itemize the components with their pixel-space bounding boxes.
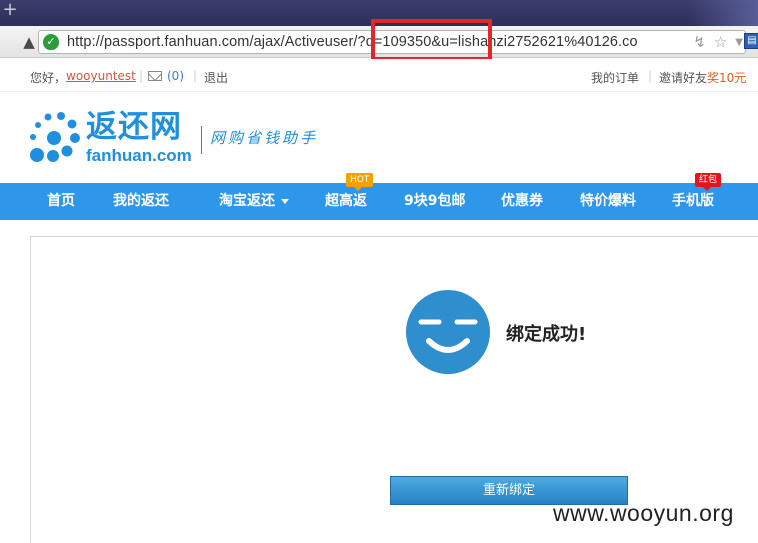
smiley-face-icon bbox=[406, 290, 490, 374]
star-icon[interactable]: ☆ bbox=[714, 33, 727, 51]
divider: | bbox=[139, 69, 144, 83]
greeting-text: 您好， bbox=[30, 71, 67, 85]
browser-toolbar: ▲ ✓ http://passport.fanhuan.com/ajax/Act… bbox=[0, 19, 758, 61]
nav-item-deals[interactable]: 特价爆料 bbox=[580, 183, 636, 220]
site-logo[interactable]: 返还网 fanhuan.com 网购省钱助手 bbox=[28, 108, 328, 168]
rocket-icon[interactable]: ▲ bbox=[19, 32, 39, 52]
divider: | bbox=[193, 69, 198, 83]
my-orders-link[interactable]: 我的订单 bbox=[591, 69, 639, 86]
logo-dots-icon bbox=[30, 112, 80, 162]
logout-link[interactable]: 退出 bbox=[204, 69, 228, 86]
nav-item-home[interactable]: 首页 bbox=[47, 183, 75, 220]
nav-item-taobao-label: 淘宝返还 bbox=[219, 193, 275, 209]
mail-icon[interactable] bbox=[148, 71, 162, 81]
logo-name-en: fanhuan.com bbox=[86, 146, 192, 165]
lightning-icon[interactable]: ↯ bbox=[693, 33, 706, 51]
address-bar[interactable]: ✓ http://passport.fanhuan.com/ajax/Activ… bbox=[38, 19, 746, 61]
mail-count[interactable]: (0) bbox=[167, 69, 184, 83]
logo-divider bbox=[201, 126, 202, 154]
logo-slogan: 网购省钱助手 bbox=[210, 129, 319, 147]
username-link[interactable]: wooyuntest bbox=[66, 69, 136, 83]
invite-reward-text[interactable]: 奖10元 bbox=[707, 69, 746, 86]
nav-item-my-rebate[interactable]: 我的返还 bbox=[113, 183, 169, 220]
chevron-down-icon bbox=[281, 198, 289, 204]
bind-success-message: 绑定成功! bbox=[506, 324, 587, 345]
new-tab-button[interactable]: + bbox=[0, 0, 20, 22]
logo-name-cn: 返还网 bbox=[86, 109, 182, 145]
extension-icon[interactable]: ▤ bbox=[744, 33, 758, 49]
shield-icon: ✓ bbox=[43, 34, 59, 50]
hot-badge: HOT bbox=[346, 173, 374, 191]
screenshot-root: + ▲ ✓ http://passport.fanhuan.com/ajax/A… bbox=[0, 0, 758, 543]
invite-friends-link[interactable]: 邀请好友 bbox=[659, 69, 707, 86]
divider: | bbox=[648, 69, 653, 83]
url-highlight-box bbox=[371, 19, 492, 61]
tab-strip-right bbox=[688, 0, 758, 26]
red-packet-badge: 红包 bbox=[695, 173, 722, 191]
site-top-bar: 您好， wooyuntest | (0) | 退出 我的订单 | 邀请好友 奖1… bbox=[0, 59, 758, 92]
main-nav: 首页 我的返还 淘宝返还 超高返 9块9包邮 优惠券 特价爆料 手机版 bbox=[0, 183, 758, 220]
dropdown-icon[interactable]: ▼ bbox=[735, 37, 743, 48]
url-text[interactable]: http://passport.fanhuan.com/ajax/Activeu… bbox=[67, 33, 638, 51]
nav-item-taobao-rebate[interactable]: 淘宝返还 bbox=[219, 183, 289, 220]
address-bar-icons: ↯ ☆ ▼ bbox=[693, 33, 743, 51]
nav-item-coupons[interactable]: 优惠券 bbox=[501, 183, 543, 220]
nav-item-9-9-free-shipping[interactable]: 9块9包邮 bbox=[404, 183, 465, 220]
watermark: www.wooyun.org bbox=[553, 500, 734, 526]
